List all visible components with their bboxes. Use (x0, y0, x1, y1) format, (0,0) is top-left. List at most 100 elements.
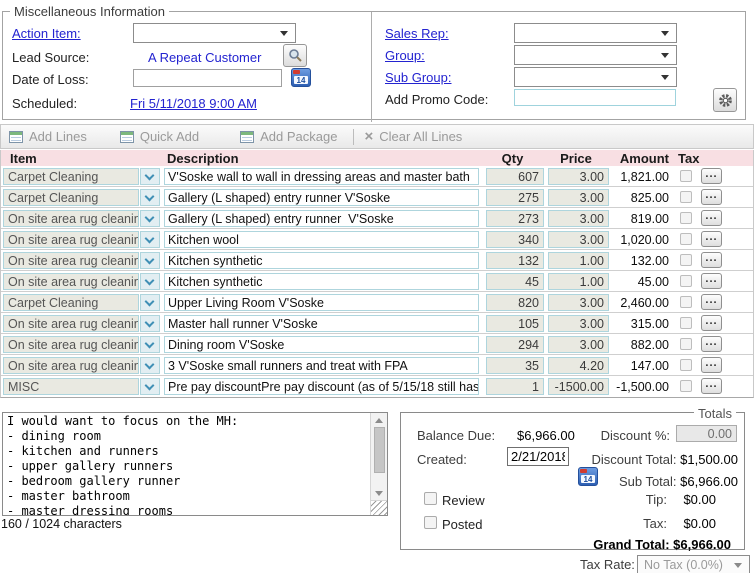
item-select[interactable]: On site area rug cleaning (3, 210, 139, 227)
posted-checkbox[interactable] (424, 516, 437, 529)
tax-checkbox[interactable] (680, 380, 692, 392)
line-options-button[interactable]: ... (701, 189, 722, 205)
description-input[interactable]: Upper Living Room V'Soske (164, 294, 479, 311)
item-dropdown-button[interactable] (140, 168, 160, 185)
item-dropdown-button[interactable] (140, 231, 160, 248)
description-input[interactable]: Gallery (L shaped) entry runner V'Soske (164, 189, 479, 206)
item-select[interactable]: On site area rug cleaning (3, 231, 139, 248)
discount-pct-input[interactable] (676, 425, 737, 442)
tax-checkbox[interactable] (680, 317, 692, 329)
item-select[interactable]: Carpet Cleaning (3, 189, 139, 206)
tax-checkbox[interactable] (680, 212, 692, 224)
description-input[interactable]: Gallery (L shaped) entry runner V'Soske (164, 210, 479, 227)
item-dropdown-button[interactable] (140, 336, 160, 353)
item-dropdown-button[interactable] (140, 189, 160, 206)
item-select[interactable]: Carpet Cleaning (3, 168, 139, 185)
item-select[interactable]: On site area rug cleaning (3, 357, 139, 374)
item-select[interactable]: MISC (3, 378, 139, 395)
item-dropdown-button[interactable] (140, 378, 160, 395)
line-options-button[interactable]: ... (701, 168, 722, 184)
price-input[interactable]: 1.00 (548, 273, 609, 290)
line-options-button[interactable]: ... (701, 315, 722, 331)
add-lines-button[interactable]: Add Lines (9, 129, 87, 144)
item-dropdown-button[interactable] (140, 210, 160, 227)
item-dropdown-button[interactable] (140, 273, 160, 290)
lead-source-value[interactable]: A Repeat Customer (148, 50, 261, 65)
action-item-link[interactable]: Action Item: (12, 26, 81, 41)
line-options-button[interactable]: ... (701, 273, 722, 289)
scroll-up-icon[interactable] (372, 413, 387, 427)
qty-input[interactable]: 275 (486, 189, 544, 206)
item-select[interactable]: On site area rug cleaning (3, 273, 139, 290)
tax-rate-select[interactable]: No Tax (0.0%) (637, 555, 750, 573)
qty-input[interactable]: 45 (486, 273, 544, 290)
group-link[interactable]: Group: (385, 48, 425, 63)
qty-input[interactable]: 294 (486, 336, 544, 353)
tax-checkbox[interactable] (680, 338, 692, 350)
price-input[interactable]: 3.00 (548, 189, 609, 206)
description-input[interactable]: Dining room V'Soske (164, 336, 479, 353)
price-input[interactable]: 3.00 (548, 315, 609, 332)
action-item-select[interactable] (133, 23, 296, 43)
tax-checkbox[interactable] (680, 359, 692, 371)
date-of-loss-input[interactable] (133, 69, 282, 87)
tax-checkbox[interactable] (680, 170, 692, 182)
price-input[interactable]: 3.00 (548, 231, 609, 248)
description-input[interactable]: V'Soske wall to wall in dressing areas a… (164, 168, 479, 185)
add-package-button[interactable]: Add Package (240, 129, 337, 144)
notes-scrollbar[interactable] (370, 413, 387, 515)
group-select[interactable] (514, 45, 677, 65)
line-options-button[interactable]: ... (701, 378, 722, 394)
price-input[interactable]: 4.20 (548, 357, 609, 374)
qty-input[interactable]: 35 (486, 357, 544, 374)
promo-code-button[interactable] (713, 88, 737, 112)
price-input[interactable]: 3.00 (548, 336, 609, 353)
item-dropdown-button[interactable] (140, 315, 160, 332)
price-input[interactable]: 3.00 (548, 294, 609, 311)
description-input[interactable]: Kitchen wool (164, 231, 479, 248)
description-input[interactable]: Kitchen synthetic (164, 252, 479, 269)
item-select[interactable]: On site area rug cleaning (3, 252, 139, 269)
sub-group-select[interactable] (514, 67, 677, 87)
description-input[interactable]: Pre pay discountPre pay discount (as of … (164, 378, 479, 395)
promo-code-input[interactable] (514, 89, 676, 106)
tax-checkbox[interactable] (680, 275, 692, 287)
line-options-button[interactable]: ... (701, 231, 722, 247)
item-dropdown-button[interactable] (140, 294, 160, 311)
qty-input[interactable]: 1 (486, 378, 544, 395)
description-input[interactable]: Master hall runner V'Soske (164, 315, 479, 332)
qty-input[interactable]: 607 (486, 168, 544, 185)
price-input[interactable]: 3.00 (548, 210, 609, 227)
sales-rep-link[interactable]: Sales Rep: (385, 26, 449, 41)
line-options-button[interactable]: ... (701, 357, 722, 373)
qty-input[interactable]: 340 (486, 231, 544, 248)
qty-input[interactable]: 273 (486, 210, 544, 227)
tax-checkbox[interactable] (680, 233, 692, 245)
description-input[interactable]: Kitchen synthetic (164, 273, 479, 290)
quick-add-button[interactable]: Quick Add (120, 129, 199, 144)
lead-source-search-button[interactable] (283, 44, 307, 67)
line-options-button[interactable]: ... (701, 294, 722, 310)
sales-rep-select[interactable] (514, 23, 677, 43)
resize-grip-icon[interactable] (371, 500, 387, 515)
item-dropdown-button[interactable] (140, 357, 160, 374)
line-options-button[interactable]: ... (701, 210, 722, 226)
item-select[interactable]: On site area rug cleaning (3, 336, 139, 353)
qty-input[interactable]: 820 (486, 294, 544, 311)
date-of-loss-calendar-icon[interactable]: 14 (291, 68, 311, 87)
notes-textarea[interactable]: I would want to focus on the MH: - dinin… (2, 412, 388, 516)
item-dropdown-button[interactable] (140, 252, 160, 269)
scheduled-link[interactable]: Fri 5/11/2018 9:00 AM (130, 96, 257, 111)
line-options-button[interactable]: ... (701, 252, 722, 268)
review-checkbox[interactable] (424, 492, 437, 505)
scrollbar-thumb[interactable] (374, 427, 385, 473)
line-options-button[interactable]: ... (701, 336, 722, 352)
price-input[interactable]: -1500.00 (548, 378, 609, 395)
price-input[interactable]: 1.00 (548, 252, 609, 269)
description-input[interactable]: 3 V'Soske small runners and treat with F… (164, 357, 479, 374)
tax-checkbox[interactable] (680, 191, 692, 203)
clear-all-lines-button[interactable]: × Clear All Lines (364, 129, 462, 144)
qty-input[interactable]: 132 (486, 252, 544, 269)
qty-input[interactable]: 105 (486, 315, 544, 332)
item-select[interactable]: On site area rug cleaning (3, 315, 139, 332)
